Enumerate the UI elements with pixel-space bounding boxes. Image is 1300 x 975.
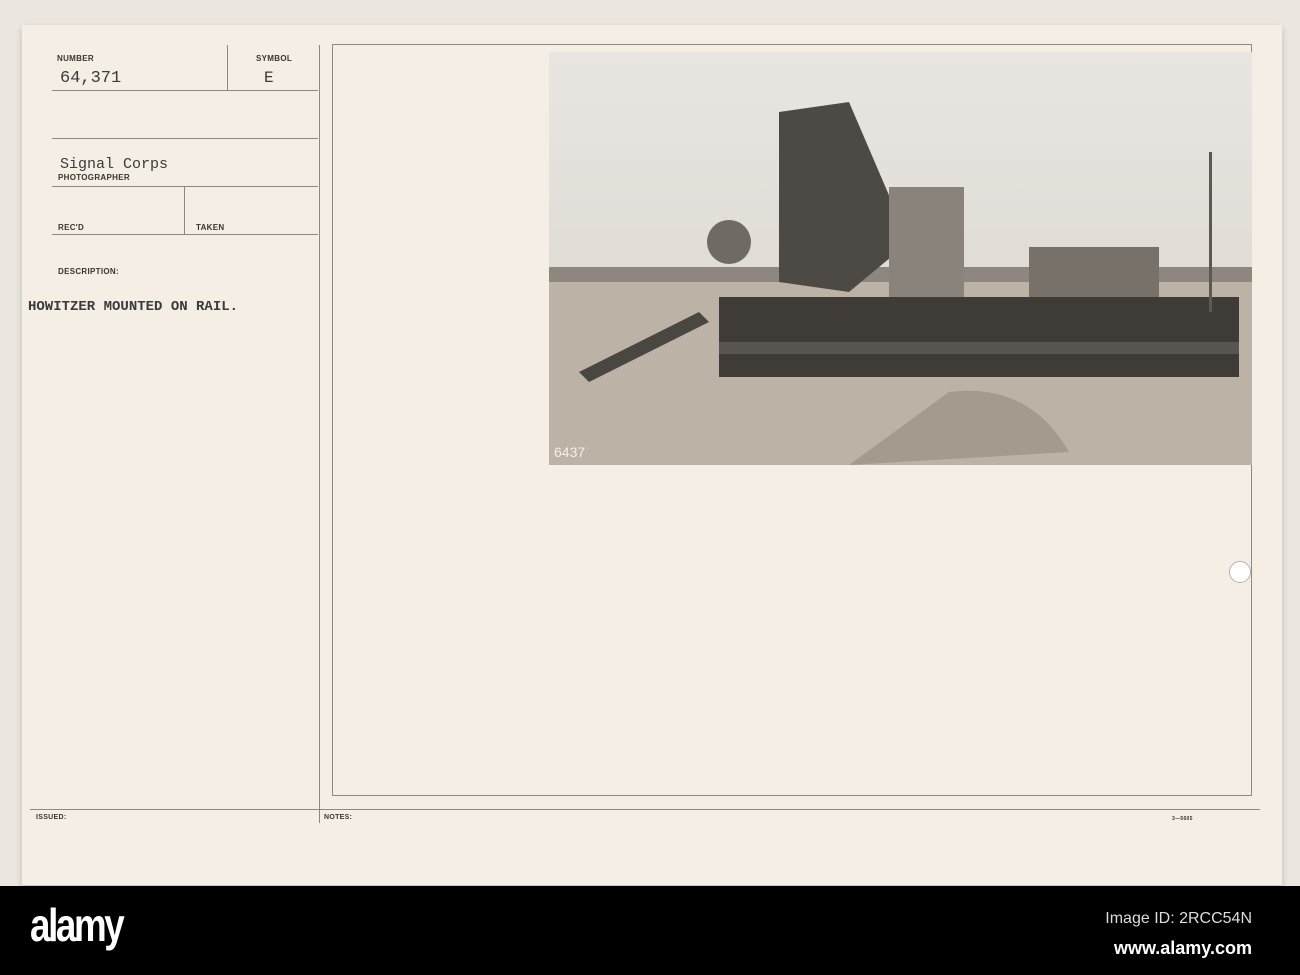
photo-caption-number: 6437 xyxy=(554,444,585,460)
divider xyxy=(184,186,185,234)
divider xyxy=(227,45,228,90)
number-value: 64,371 xyxy=(60,69,122,88)
symbol-label: SYMBOL xyxy=(256,54,293,63)
description-value: HOWITZER MOUNTED ON RAIL. xyxy=(28,299,239,315)
divider xyxy=(52,90,318,91)
divider xyxy=(30,809,1260,810)
watermark-footer xyxy=(0,886,1300,975)
divider xyxy=(52,138,318,139)
photographer-label: PHOTOGRAPHER xyxy=(58,173,130,182)
notes-label: NOTES: xyxy=(324,814,353,821)
symbol-value: E xyxy=(264,69,274,87)
divider xyxy=(52,234,318,235)
alamy-logo: alamy xyxy=(30,899,125,951)
image-id: Image ID: 2RCC54N xyxy=(1105,910,1252,927)
issued-label: ISSUED: xyxy=(36,814,67,821)
taken-label: TAKEN xyxy=(196,223,225,232)
number-label: NUMBER xyxy=(57,54,94,63)
punch-hole xyxy=(1229,561,1251,583)
recd-label: REC'D xyxy=(58,223,85,232)
photographer-value: Signal Corps xyxy=(60,156,169,173)
howitzer-photo: 6437 xyxy=(549,52,1252,465)
divider xyxy=(319,45,320,823)
website-link[interactable]: www.alamy.com xyxy=(1114,938,1252,959)
divider xyxy=(52,186,318,187)
description-label: DESCRIPTION: xyxy=(58,267,119,276)
form-number: 3—5605 xyxy=(1172,816,1193,822)
